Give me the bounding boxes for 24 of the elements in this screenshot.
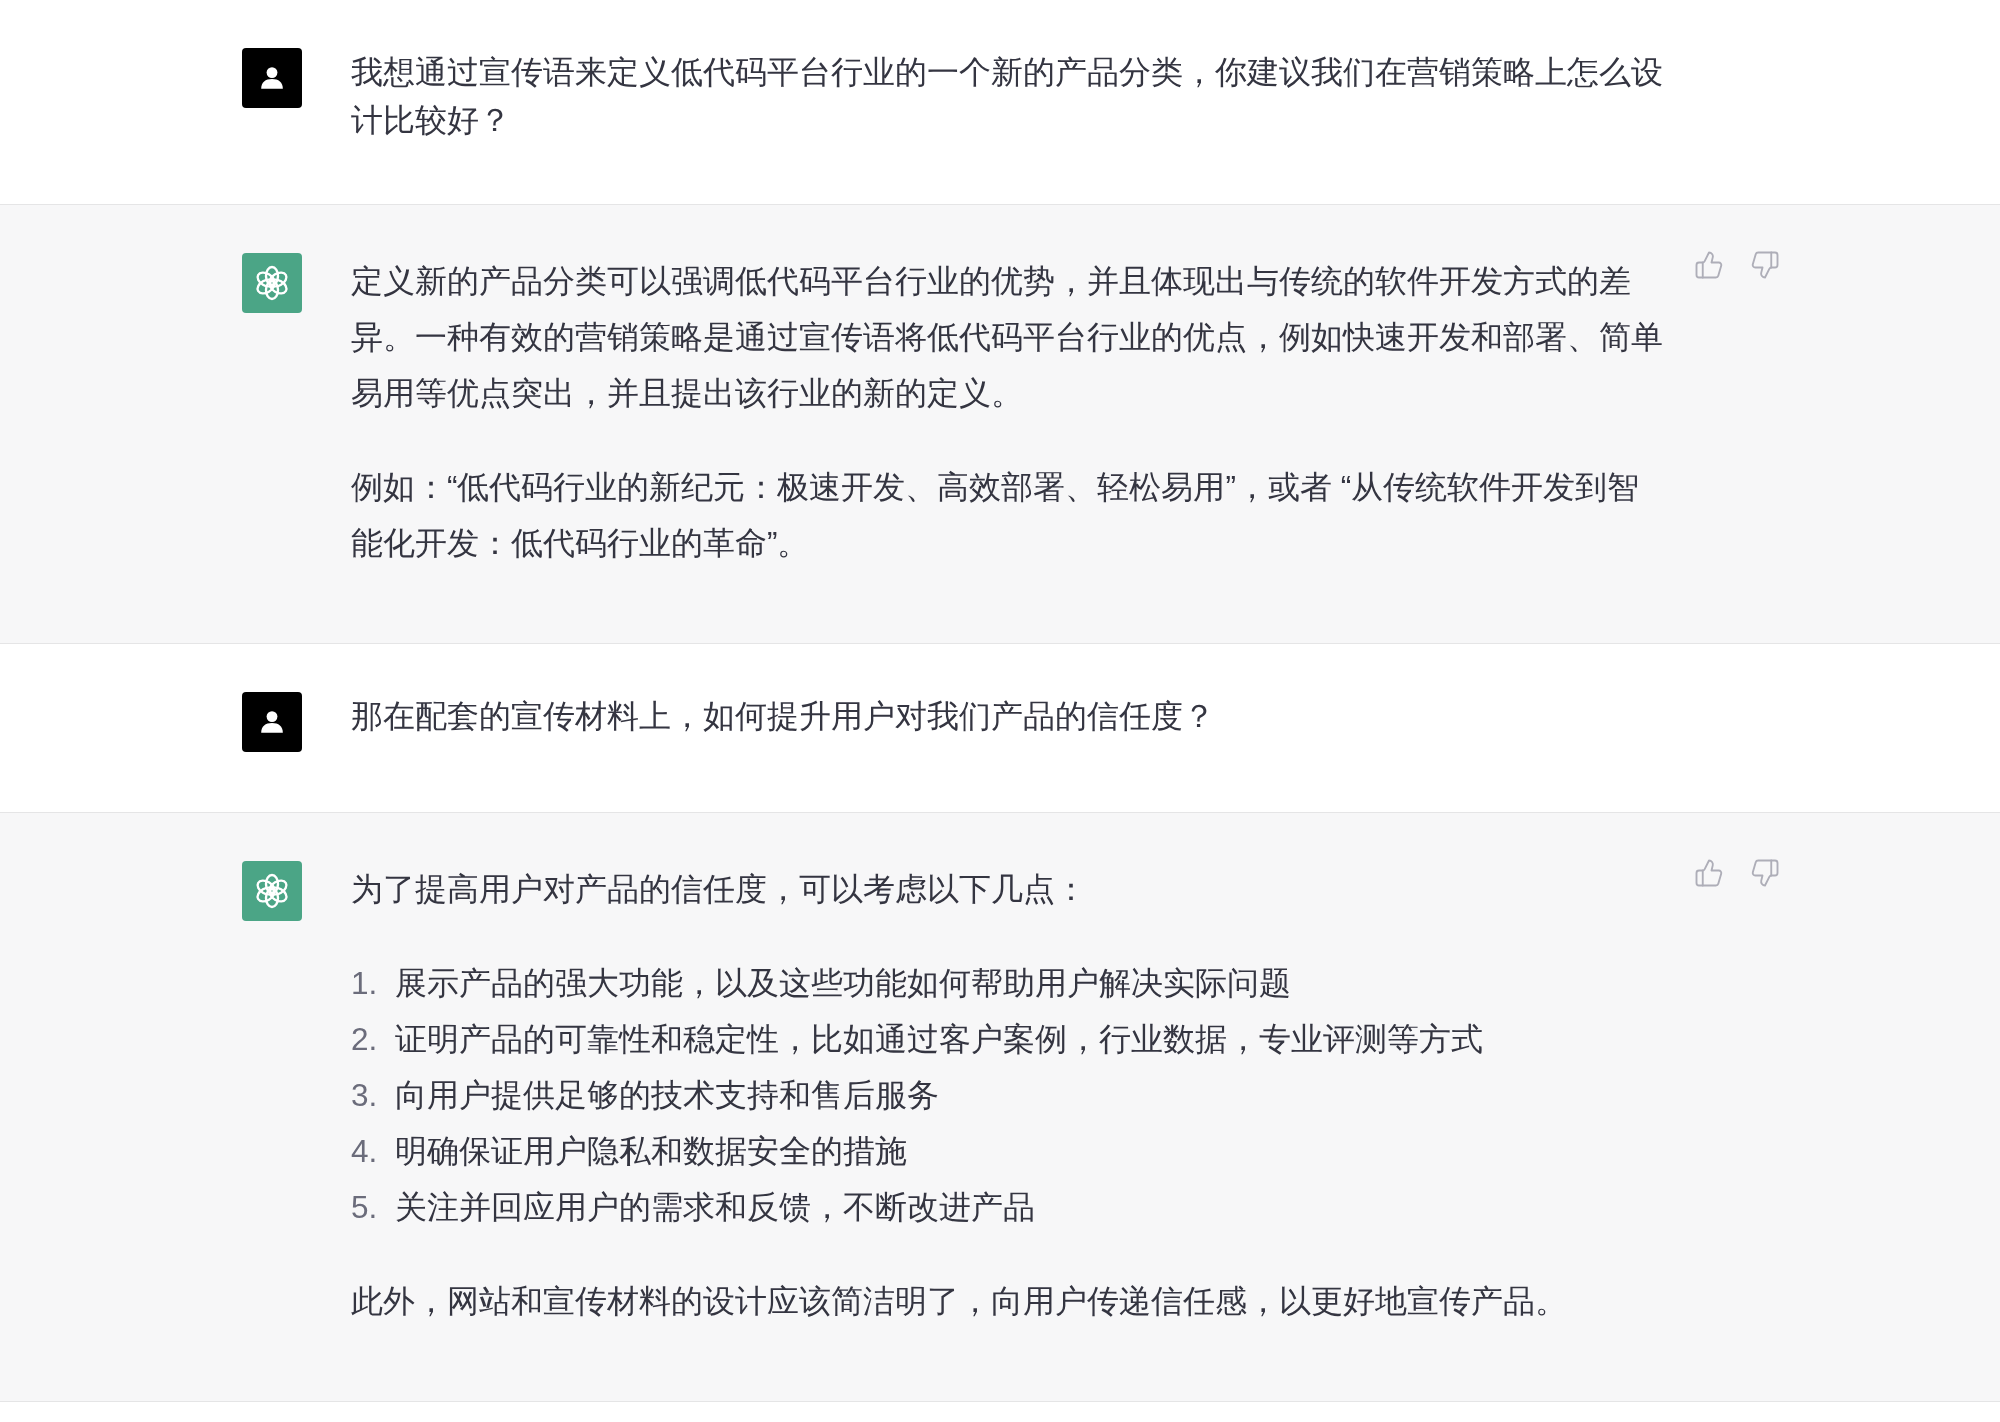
thumbs-up-button[interactable] [1693,857,1725,889]
thumbs-down-button[interactable] [1749,857,1781,889]
list-item-text: 证明产品的可靠性和稳定性，比如通过客户案例，行业数据，专业评测等方式 [395,1020,1483,1059]
thumbs-up-button[interactable] [1693,249,1725,281]
list-number: 1. [351,964,379,1003]
message-text: 此外，网站和宣传材料的设计应该简洁明了，向用户传递信任感，以更好地宣传产品。 [351,1282,1568,1321]
message-text: 定义新的产品分类可以强调低代码平台行业的优势，并且体现出与传统的软件开发方式的差异。一种有效的营销策略是通过宣传语将低代码平台行业的优点，例如快速开发和部署、简单易用等优点突出，并且提出该行业的新的定义。 [351,262,1663,413]
bot-avatar-icon [242,861,302,921]
message-text: 我想通过宣传语来定义低代码平台行业的一个新的产品分类，你建议我们在营销策略上怎么设计比较好？ [351,53,1663,140]
list-number: 4. [351,1132,379,1171]
list-item-text: 关注并回应用户的需求和反馈，不断改进产品 [395,1188,1035,1227]
list-number: 5. [351,1188,379,1227]
message-text: 那在配套的宣传材料上，如何提升用户对我们产品的信任度？ [351,697,1216,736]
message-text: 例如：“低代码行业的新纪元：极速开发、高效部署、轻松易用”，或者 “从传统软件开发到智能化开发：低代码行业的革命”。 [351,468,1641,563]
list-item-text: 向用户提供足够的技术支持和售后服务 [395,1076,939,1115]
bot-avatar-icon [242,253,302,313]
list-number: 2. [351,1020,379,1059]
list-number: 3. [351,1076,379,1115]
list-item-text: 明确保证用户隐私和数据安全的措施 [395,1132,907,1171]
user-avatar-icon [242,692,302,752]
message-text: 为了提高用户对产品的信任度，可以考虑以下几点： [351,870,1088,909]
thumbs-down-button[interactable] [1749,249,1781,281]
user-avatar-icon [242,48,302,108]
list-item-text: 展示产品的强大功能，以及这些功能如何帮助用户解决实际问题 [395,964,1291,1003]
